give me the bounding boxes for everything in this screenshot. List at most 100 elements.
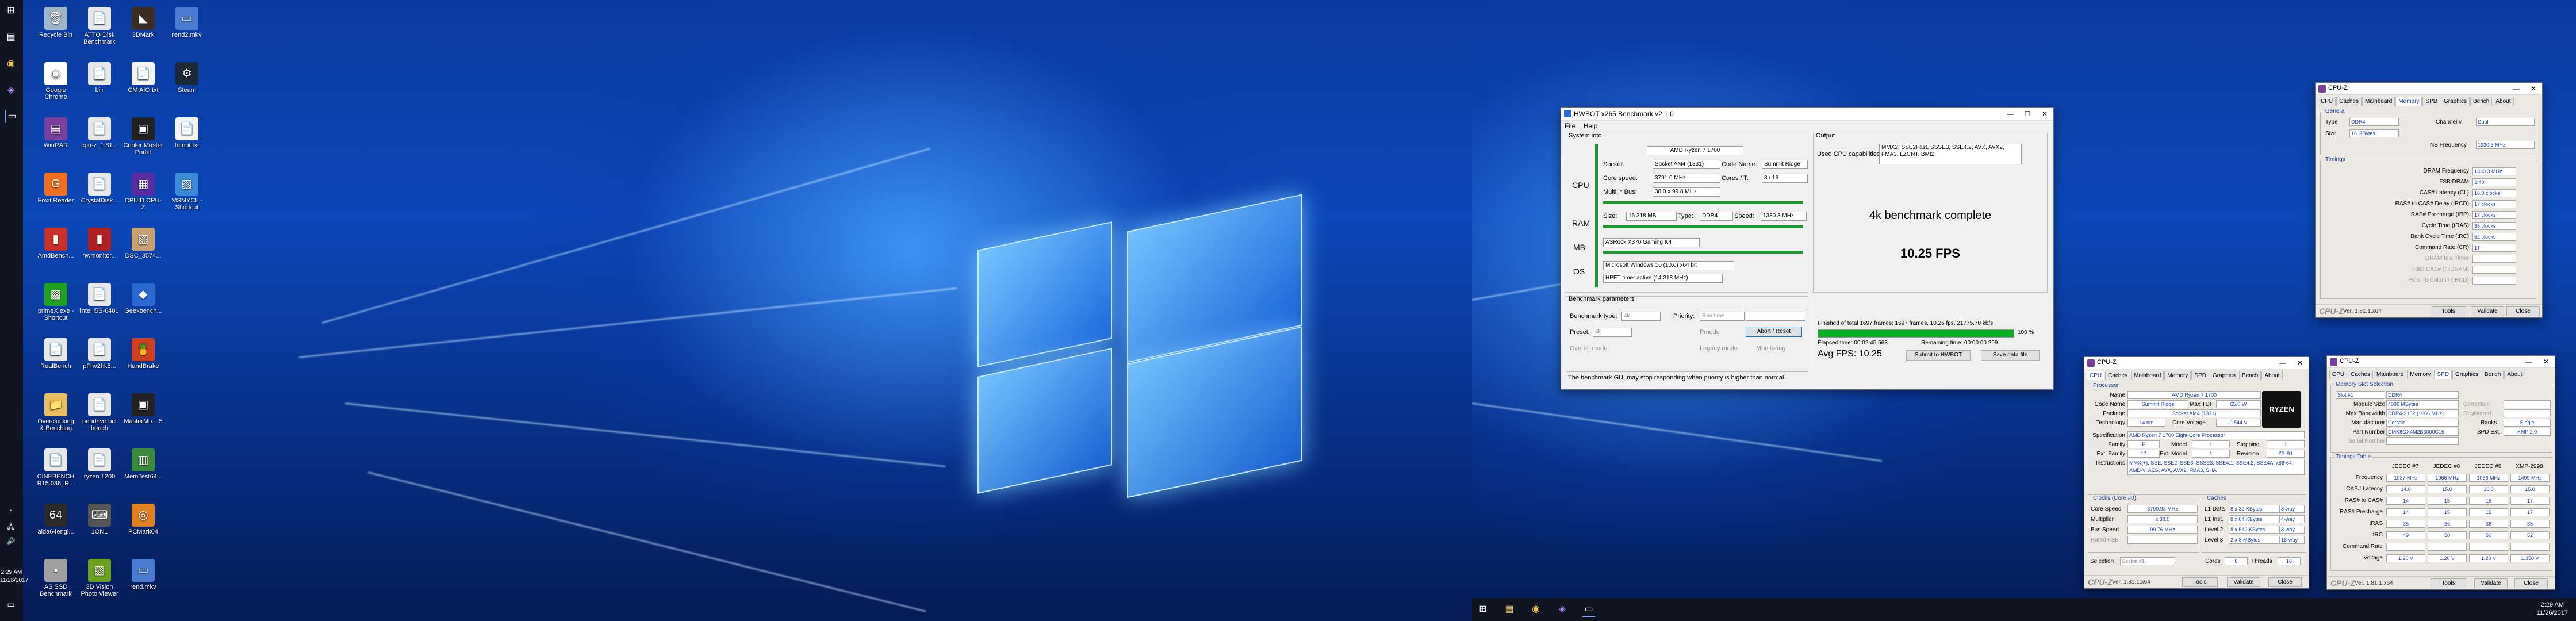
desktop-icon[interactable]: 📄 ryzen 1200	[79, 448, 120, 480]
desktop-icon[interactable]: ⌨ 1ON1	[79, 504, 120, 535]
desktop-icon[interactable]: ▮ hwmonitor...	[79, 228, 120, 259]
monitoring-checkbox[interactable]: Monitoring	[1756, 345, 1785, 352]
tab-graphics[interactable]: Graphics	[2209, 371, 2238, 380]
maximize-button[interactable]: ☐	[2019, 108, 2036, 120]
tools-button[interactable]: Tools	[2182, 577, 2218, 587]
desktop-icon[interactable]: 🗑 Recycle Bin	[36, 7, 76, 39]
desktop-icon[interactable]: 📄 bin	[79, 62, 120, 94]
desktop-icon[interactable]: 📄 ATTO Disk Benchmark	[79, 7, 120, 45]
file-explorer-icon[interactable]: ▤	[1503, 603, 1516, 616]
validate-button[interactable]: Validate	[2471, 306, 2504, 316]
desktop-icon[interactable]: ◎ PCMark04	[123, 504, 163, 535]
desktop-icon[interactable]: ◉ Google Chrome	[36, 62, 76, 101]
desktop-icon[interactable]: ▪ AS SSD Benchmark	[36, 559, 76, 597]
close-footer-button[interactable]: Close	[2514, 578, 2548, 588]
desktop-icon[interactable]: 📄 pFhv2hk5...	[79, 338, 120, 370]
chevron-up-icon[interactable]: ⌃	[5, 506, 17, 519]
desktop-icon[interactable]: ▧ DSC_3574...	[123, 228, 163, 259]
desktop-icon[interactable]: ▩ primeX.exe - Shortcut	[36, 283, 76, 321]
tab-memory[interactable]: Memory	[2164, 371, 2191, 380]
tab-memory[interactable]: Memory	[2395, 97, 2422, 106]
desktop-icon[interactable]: ▤ WinRAR	[36, 117, 76, 149]
tab-memory[interactable]: Memory	[2407, 370, 2434, 379]
tab-cpu[interactable]: CPU	[2318, 97, 2336, 106]
desktop-icon[interactable]: 📄 pendrive oct bench	[79, 393, 120, 432]
submit-hwbot-button[interactable]: Submit to HWBOT	[1906, 350, 1971, 361]
close-footer-button[interactable]: Close	[2506, 306, 2540, 316]
app-taskbar-icon[interactable]: ◈	[5, 84, 17, 97]
tab-caches[interactable]: Caches	[2336, 97, 2362, 106]
desktop-icon[interactable]: ▣ Cooler Master Portal	[123, 117, 163, 156]
start-icon[interactable]: ⊞	[1477, 603, 1489, 616]
close-button[interactable]: ✕	[2291, 358, 2309, 368]
desktop-icon[interactable]: 🍍 HandBrake	[123, 338, 163, 370]
slot-select[interactable]: Slot #1	[2336, 391, 2385, 399]
tab-graphics[interactable]: Graphics	[2452, 370, 2481, 379]
tab-caches[interactable]: Caches	[2105, 371, 2131, 380]
minimize-button[interactable]: —	[2002, 108, 2019, 120]
desktop-icon[interactable]: ◣ 3DMark	[123, 7, 163, 39]
active-app-taskbar-icon[interactable]: ▭	[5, 110, 18, 123]
start-icon[interactable]: ⊞	[5, 5, 17, 17]
close-button[interactable]: ✕	[2525, 83, 2542, 94]
cpuz-spd-titlebar[interactable]: CPU-Z — ✕	[2327, 356, 2555, 368]
tab-spd[interactable]: SPD	[2191, 371, 2209, 380]
tab-spd[interactable]: SPD	[2434, 370, 2452, 379]
chrome-taskbar-icon[interactable]: ◉	[1529, 603, 1542, 616]
desktop-icon[interactable]: 📄 intel i5S-6400	[79, 283, 120, 315]
desktop-icon[interactable]: ▦ CPUID CPU-Z	[123, 172, 163, 211]
network-icon[interactable]: 🖧	[5, 520, 17, 533]
cpuz-cpu-titlebar[interactable]: CPU-Z — ✕	[2084, 357, 2309, 369]
tools-button[interactable]: Tools	[2431, 306, 2466, 316]
preset-select[interactable]: 4k	[1593, 328, 1632, 337]
minimize-button[interactable]: —	[2274, 358, 2291, 368]
cpuz-memory-titlebar[interactable]: CPU-Z — ✕	[2316, 83, 2542, 95]
tab-spd[interactable]: SPD	[2422, 97, 2440, 106]
minimize-button[interactable]: —	[2508, 83, 2525, 94]
desktop-icon[interactable]: ◆ Geekbench...	[123, 283, 163, 315]
tab-cpu[interactable]: CPU	[2329, 370, 2348, 379]
close-button[interactable]: ✕	[2537, 356, 2555, 367]
priority-select[interactable]: Realtime	[1700, 312, 1745, 321]
desktop-icon[interactable]: 📄 cpu-z_1.81...	[79, 117, 120, 149]
tab-mainboard[interactable]: Mainboard	[2362, 97, 2395, 106]
pmode-checkbox[interactable]: Pmode	[1700, 329, 1720, 336]
desktop-icon[interactable]: ▥ MemTest64...	[123, 448, 163, 480]
overall-mode-checkbox[interactable]: Overall mode	[1570, 345, 1607, 352]
close-footer-button[interactable]: Close	[2268, 577, 2302, 587]
minimize-button[interactable]: —	[2520, 356, 2537, 367]
legacy-mode-checkbox[interactable]: Legacy mode	[1700, 345, 1738, 352]
taskbar-clock-time[interactable]: 2:29 AM	[0, 569, 23, 576]
tab-about[interactable]: About	[2504, 370, 2525, 379]
tab-mainboard[interactable]: Mainboard	[2374, 370, 2407, 379]
tab-mainboard[interactable]: Mainboard	[2131, 371, 2164, 380]
tab-caches[interactable]: Caches	[2348, 370, 2374, 379]
validate-button[interactable]: Validate	[2227, 577, 2260, 587]
desktop-icon[interactable]: 📁 Overclocking & Benching	[36, 393, 76, 432]
desktop-icon[interactable]: 📄 CM AIO.txt	[123, 62, 163, 94]
tab-about[interactable]: About	[2261, 371, 2283, 380]
desktop-icon[interactable]: ▮ AmdBench...	[36, 228, 76, 259]
tab-bench[interactable]: Bench	[2239, 371, 2261, 380]
close-button[interactable]: ✕	[2036, 108, 2053, 120]
desktop-icon[interactable]: ▧ 3D Vision Photo Viewer	[79, 559, 120, 597]
desktop-icon[interactable]: 📄 tempt.txt	[167, 117, 207, 149]
desktop-icon[interactable]: ▭ rend.mkv	[123, 559, 163, 591]
desktop-icon[interactable]: 📄 CINEBENCH R15.038_R...	[36, 448, 76, 487]
tab-bench[interactable]: Bench	[2470, 97, 2493, 106]
desktop-icon[interactable]: 📄 CrystalDisk...	[79, 172, 120, 204]
notification-icon[interactable]: ▭	[5, 598, 17, 611]
benchtype-select[interactable]: 4k	[1621, 312, 1661, 321]
taskbar-clock-date[interactable]: 11/26/2017	[0, 577, 28, 584]
desktop-icon[interactable]: ▨ MSMYCL - Shortcut	[167, 172, 207, 211]
tab-bench[interactable]: Bench	[2482, 370, 2504, 379]
taskbar-clock[interactable]: 2:29 AM 11/26/2017	[2537, 601, 2568, 617]
menu-file[interactable]: File	[1565, 122, 1575, 130]
tools-button[interactable]: Tools	[2431, 578, 2466, 588]
validate-button[interactable]: Validate	[2474, 578, 2508, 588]
desktop-icon[interactable]: 64 aida64engi...	[36, 504, 76, 535]
chrome-taskbar-icon[interactable]: ◉	[5, 57, 17, 70]
tab-graphics[interactable]: Graphics	[2440, 97, 2470, 106]
tab-about[interactable]: About	[2493, 97, 2514, 106]
desktop-icon[interactable]: ⚙ Steam	[167, 62, 207, 94]
